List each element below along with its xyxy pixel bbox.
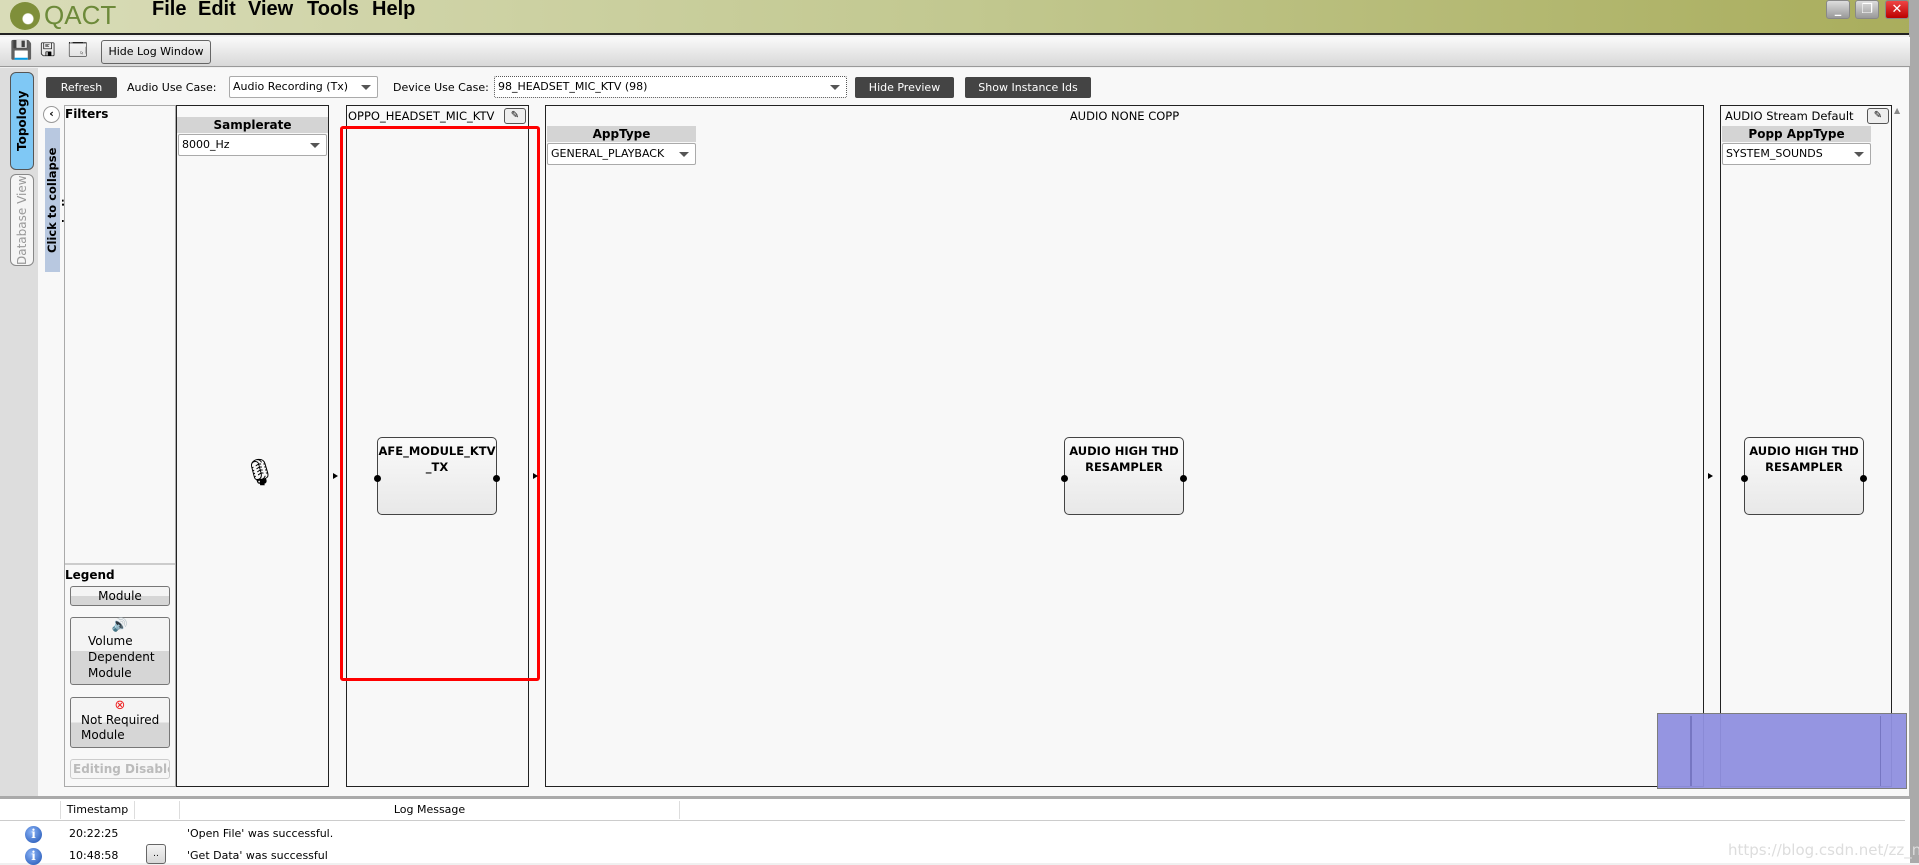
connector-arrow-icon xyxy=(333,473,338,479)
chevron-down-icon xyxy=(361,85,371,90)
legend-divider xyxy=(65,563,175,565)
chevron-down-icon xyxy=(1854,152,1864,157)
samplerate-column: Samplerate 8000_Hz 🎙 xyxy=(176,105,329,787)
module-label: AUDIO HIGH THD RESAMPLER xyxy=(1749,444,1859,474)
minimap-column xyxy=(1691,716,1881,786)
restore-button[interactable]: ❐ xyxy=(1855,0,1879,19)
edit-pencil-icon[interactable]: ✎ xyxy=(504,108,526,124)
window-border xyxy=(1909,0,1919,863)
log-header-blank xyxy=(135,801,180,819)
log-message: 'Open File' was successful. xyxy=(187,827,334,840)
close-button[interactable]: ✕ xyxy=(1885,0,1909,19)
legend-title: Legend xyxy=(65,568,115,582)
hide-preview-button[interactable]: Hide Preview xyxy=(855,77,954,98)
samplerate-header: Samplerate xyxy=(177,117,328,133)
log-header-message: Log Message xyxy=(180,801,680,819)
collapse-chevron-icon[interactable]: ‹ xyxy=(43,106,60,123)
log-message: 'Get Data' was successful xyxy=(187,849,328,862)
tab-database-view[interactable]: Database View xyxy=(10,174,34,266)
tab-topology-view[interactable]: Topology View xyxy=(10,72,51,170)
audio-use-case-value: Audio Recording (Tx) xyxy=(233,80,349,93)
filters-title: Filters xyxy=(65,107,109,121)
minimap-column xyxy=(1661,716,1691,786)
device-use-case-label: Device Use Case: xyxy=(393,81,489,94)
copp-resampler-module[interactable]: AUDIO HIGH THD RESAMPLER xyxy=(1061,437,1187,515)
popp-apptype-value: SYSTEM_SOUNDS xyxy=(1726,147,1823,160)
menu-view[interactable]: View xyxy=(248,0,293,21)
menu-edit[interactable]: Edit xyxy=(198,0,236,21)
microphone-icon: 🎙 xyxy=(243,458,277,488)
minimap[interactable] xyxy=(1657,713,1907,789)
module-label: AUDIO HIGH THD RESAMPLER xyxy=(1069,444,1179,474)
stream-resampler-module[interactable]: AUDIO HIGH THD RESAMPLER xyxy=(1741,437,1867,515)
audio-use-case-label: Audio Use Case: xyxy=(127,81,217,94)
speaker-icon: 🔊 xyxy=(111,618,129,633)
output-port xyxy=(1860,475,1867,482)
connector-arrow-icon xyxy=(533,473,538,479)
edit-pencil-icon[interactable]: ✎ xyxy=(1867,108,1889,124)
output-port xyxy=(1180,475,1187,482)
legend-not-required-module: ⊗ Not Required Module xyxy=(70,697,170,748)
apptype-value: GENERAL_PLAYBACK xyxy=(551,147,665,160)
log-time: 10:48:58 xyxy=(69,849,119,862)
toolbar xyxy=(0,37,1910,67)
samplerate-select[interactable]: 8000_Hz xyxy=(178,134,327,156)
menu-help[interactable]: Help xyxy=(372,0,415,21)
log-header-timestamp: Timestamp xyxy=(60,801,135,819)
device-use-case-value: 98_HEADSET_MIC_KTV (98) xyxy=(498,80,648,93)
menu-file[interactable]: File xyxy=(152,0,186,21)
copp-column-title: AUDIO NONE COPP xyxy=(1069,109,1180,123)
info-icon: i xyxy=(25,848,42,865)
apptype-header: AppType xyxy=(547,126,696,142)
minimize-button[interactable]: _ xyxy=(1826,0,1850,19)
close-file-icon[interactable]: 🗔 xyxy=(68,41,88,61)
apptype-select[interactable]: GENERAL_PLAYBACK xyxy=(547,143,696,165)
scroll-up-arrow-icon[interactable]: ▲ xyxy=(1894,106,1900,115)
log-window: Timestamp Log Message i 20:22:25 'Open F… xyxy=(0,796,1919,865)
editing-disabled-button: Editing Disabled xyxy=(70,759,170,779)
input-port xyxy=(1061,475,1068,482)
show-instance-ids-button[interactable]: Show Instance Ids xyxy=(965,77,1091,98)
connector-arrow-icon xyxy=(1708,473,1713,479)
watermark: https://blog.csdn.net/zz_nj xyxy=(1728,841,1919,859)
chevron-down-icon xyxy=(310,143,320,148)
legend-volume-label: Volume Dependent Module xyxy=(88,634,155,680)
refresh-button[interactable]: Refresh xyxy=(46,77,117,98)
save-icon[interactable]: 💾 xyxy=(10,41,32,61)
stream-column-title: AUDIO Stream Default xyxy=(1725,109,1854,123)
title-bar: QACT File Edit View Tools Help _ ❐ ✕ xyxy=(0,0,1919,35)
oppo-column-title: OPPO_HEADSET_MIC_KTV xyxy=(348,109,495,123)
error-circle-icon: ⊗ xyxy=(114,698,126,713)
log-time: 20:22:25 xyxy=(69,827,119,840)
legend-not-required-label: Not Required Module xyxy=(81,713,160,742)
log-details-button[interactable]: .. xyxy=(146,844,166,864)
save-as-icon[interactable]: 🖫 xyxy=(40,41,60,61)
samplerate-value: 8000_Hz xyxy=(182,138,230,151)
audio-use-case-select[interactable]: Audio Recording (Tx) xyxy=(229,76,378,98)
info-icon: i xyxy=(25,826,42,843)
app-title: QACT xyxy=(44,0,117,30)
chevron-down-icon xyxy=(679,152,689,157)
collapse-indices-toggle[interactable]: Click to collapse indices xyxy=(45,128,74,272)
app-logo-icon xyxy=(10,2,40,30)
hide-log-window-button[interactable]: Hide Log Window xyxy=(101,40,211,64)
menu-tools[interactable]: Tools xyxy=(307,0,359,21)
popp-apptype-header: Popp AppType xyxy=(1722,126,1871,142)
legend-module: Module xyxy=(70,586,170,606)
chevron-down-icon xyxy=(830,85,840,90)
input-port xyxy=(1741,475,1748,482)
device-use-case-select[interactable]: 98_HEADSET_MIC_KTV (98) xyxy=(494,76,847,98)
popp-apptype-select[interactable]: SYSTEM_SOUNDS xyxy=(1722,143,1871,165)
legend-volume-dependent-module: 🔊 Volume Dependent Module xyxy=(70,617,170,685)
highlight-box xyxy=(340,126,540,681)
log-header-divider xyxy=(0,820,1905,821)
